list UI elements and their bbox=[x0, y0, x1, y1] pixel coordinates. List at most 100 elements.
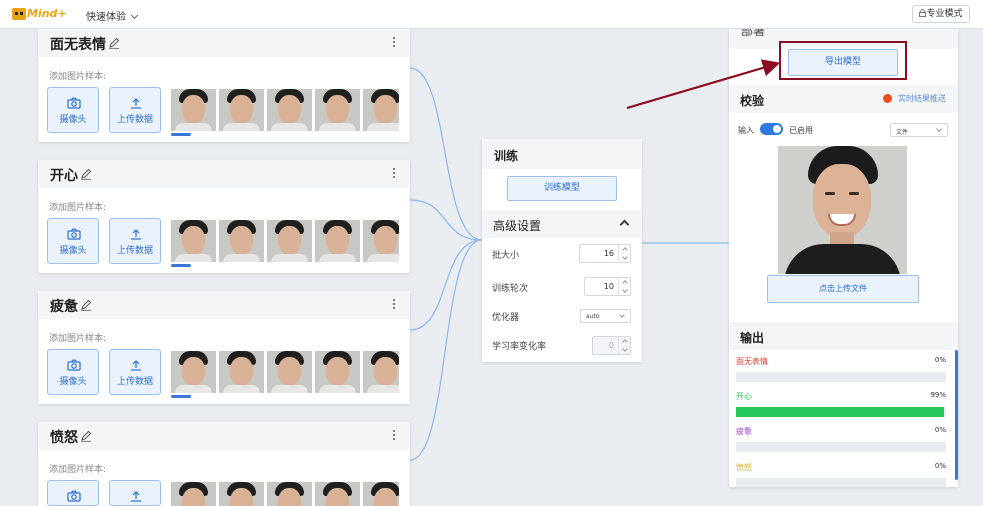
sample-image[interactable] bbox=[171, 482, 216, 506]
deploy-title: 部署 bbox=[741, 29, 766, 38]
sample-image[interactable] bbox=[267, 220, 312, 262]
confidence-bar-track bbox=[736, 372, 946, 382]
upload-icon bbox=[131, 229, 141, 240]
more-vertical-icon[interactable] bbox=[392, 299, 396, 311]
pro-mode-button[interactable]: 专业模式 bbox=[912, 5, 970, 23]
chevron-down-icon bbox=[619, 312, 625, 318]
advanced-settings-header[interactable]: 高级设置 bbox=[482, 210, 642, 238]
input-toggle[interactable] bbox=[760, 123, 783, 135]
add-sample-label: 添加图片样本: bbox=[49, 465, 107, 475]
camera-icon bbox=[67, 97, 81, 109]
sample-image[interactable] bbox=[315, 351, 360, 393]
camera-icon bbox=[67, 490, 81, 502]
output-title: 输出 bbox=[740, 331, 765, 345]
stepper-arrows-icon[interactable] bbox=[618, 278, 630, 295]
more-vertical-icon[interactable] bbox=[392, 430, 396, 442]
sample-thumbnails bbox=[171, 351, 399, 393]
app-logo[interactable]: Mind+ bbox=[12, 6, 67, 24]
upload-data-button[interactable]: 上传数据 bbox=[109, 218, 161, 264]
class-title[interactable]: 面无表情 bbox=[50, 34, 106, 54]
webcam-button[interactable]: 摄像头 bbox=[47, 218, 99, 264]
sample-image[interactable] bbox=[171, 89, 216, 131]
class-title[interactable]: 愤怒 bbox=[50, 427, 78, 447]
input-label: 输入 bbox=[738, 126, 754, 135]
stepper-arrows-icon[interactable] bbox=[618, 245, 630, 262]
pencil-icon[interactable] bbox=[80, 430, 92, 442]
more-vertical-icon[interactable] bbox=[392, 37, 396, 49]
class-card-neutral: 面无表情 添加图片样本: 摄像头 上传数据 bbox=[38, 29, 410, 142]
sample-image[interactable] bbox=[363, 89, 399, 131]
webcam-button[interactable]: 摄像头 bbox=[47, 87, 99, 133]
sample-image[interactable] bbox=[315, 89, 360, 131]
input-source-select[interactable]: 文件 bbox=[890, 123, 948, 137]
advanced-settings-title: 高级设置 bbox=[493, 219, 542, 233]
class-title[interactable]: 疲惫 bbox=[50, 296, 78, 316]
class-card-happy: 开心 添加图片样本: 摄像头 上传数据 bbox=[38, 160, 410, 273]
chevron-up-icon[interactable] bbox=[619, 219, 630, 230]
class-title[interactable]: 开心 bbox=[50, 165, 78, 185]
output-class-name: 疲惫 bbox=[736, 427, 752, 436]
pencil-icon[interactable] bbox=[108, 37, 120, 49]
upload-icon bbox=[131, 360, 141, 371]
more-vertical-icon[interactable] bbox=[392, 168, 396, 180]
preview-image bbox=[778, 146, 907, 274]
sample-image[interactable] bbox=[171, 351, 216, 393]
realtime-push-link[interactable]: 实时结果推送 bbox=[898, 93, 946, 104]
epochs-value: 10 bbox=[603, 282, 614, 291]
enabled-label: 已启用 bbox=[789, 126, 813, 135]
stepper-arrows-icon[interactable] bbox=[618, 337, 630, 354]
sample-image[interactable] bbox=[219, 220, 264, 262]
camera-icon bbox=[67, 359, 81, 371]
batch-size-stepper[interactable]: 16 bbox=[579, 244, 631, 263]
optimizer-label: 优化器 bbox=[492, 313, 520, 323]
sample-image[interactable] bbox=[363, 351, 399, 393]
upload-file-button[interactable]: 点击上传文件 bbox=[767, 275, 919, 303]
sample-image[interactable] bbox=[363, 482, 399, 506]
sample-image[interactable] bbox=[315, 482, 360, 506]
thumbnail-scroll-indicator[interactable] bbox=[171, 264, 191, 267]
sample-image[interactable] bbox=[267, 89, 312, 131]
input-source-value: 文件 bbox=[896, 129, 909, 136]
sample-image[interactable] bbox=[171, 220, 216, 262]
output-class-name: 面无表情 bbox=[736, 357, 768, 366]
webcam-button[interactable] bbox=[47, 480, 99, 506]
mode-menu[interactable]: 快速体验 bbox=[86, 8, 139, 23]
epochs-stepper[interactable]: 10 bbox=[584, 277, 631, 296]
confidence-bar-track bbox=[736, 407, 946, 417]
card-header: 疲惫 bbox=[38, 291, 410, 319]
sample-image[interactable] bbox=[315, 220, 360, 262]
sample-image[interactable] bbox=[219, 482, 264, 506]
upload-data-button[interactable]: 上传数据 bbox=[109, 87, 161, 133]
train-model-button[interactable]: 训练模型 bbox=[507, 176, 617, 201]
sample-image[interactable] bbox=[219, 351, 264, 393]
upload-data-button[interactable]: 上传数据 bbox=[109, 349, 161, 395]
add-sample-label: 添加图片样本: bbox=[49, 334, 107, 344]
card-header: 愤怒 bbox=[38, 422, 410, 450]
sample-image[interactable] bbox=[219, 89, 264, 131]
add-sample-label: 添加图片样本: bbox=[49, 203, 107, 213]
optimizer-select[interactable]: auto bbox=[580, 309, 631, 323]
thumbnail-scroll-indicator[interactable] bbox=[171, 395, 191, 398]
pencil-icon[interactable] bbox=[80, 299, 92, 311]
output-header: 输出 bbox=[729, 322, 958, 350]
epochs-label: 训练轮次 bbox=[492, 284, 529, 294]
pencil-icon[interactable] bbox=[80, 168, 92, 180]
upload-icon bbox=[131, 491, 141, 502]
confidence-bar-fill bbox=[736, 407, 944, 417]
realtime-status-icon bbox=[883, 94, 892, 103]
camera-icon bbox=[67, 228, 81, 240]
webcam-button[interactable]: 摄像头 bbox=[47, 349, 99, 395]
sample-image[interactable] bbox=[267, 482, 312, 506]
thumbnail-scroll-indicator[interactable] bbox=[171, 133, 191, 136]
class-card-tired: 疲惫 添加图片样本: 摄像头 上传数据 bbox=[38, 291, 410, 404]
add-sample-label: 添加图片样本: bbox=[49, 72, 107, 82]
deploy-verify-panel: 部署 导出模型 校验 实时结果推送 输入 已启用 文件 点击上传文件 输出 面无… bbox=[729, 29, 958, 487]
sample-image[interactable] bbox=[363, 220, 399, 262]
output-scrollbar[interactable] bbox=[955, 350, 958, 480]
learning-rate-stepper[interactable]: 0 bbox=[592, 336, 631, 355]
chevron-down-icon bbox=[130, 11, 139, 20]
output-class-name: 愤怒 bbox=[736, 463, 752, 472]
sample-image[interactable] bbox=[267, 351, 312, 393]
upload-data-button[interactable] bbox=[109, 480, 161, 506]
verify-title: 校验 bbox=[740, 94, 765, 108]
